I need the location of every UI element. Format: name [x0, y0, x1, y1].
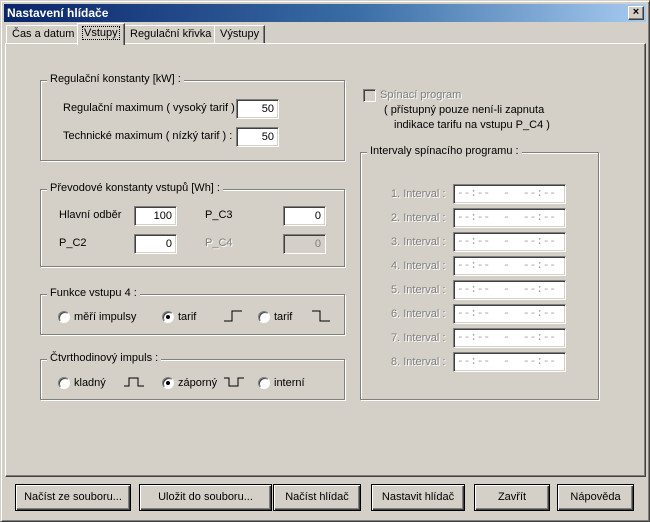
load-from-file-button[interactable]: Načíst ze souboru... — [15, 484, 131, 511]
set-device-button[interactable]: Nastavit hlídač — [371, 484, 465, 511]
close-button[interactable]: Zavřít — [474, 484, 550, 511]
tab-label: Výstupy — [220, 28, 260, 40]
window-title: Nastavení hlídače — [7, 6, 109, 20]
tab-label: Čas a datum — [12, 28, 75, 40]
tab-panel — [5, 43, 646, 477]
title-bar[interactable]: Nastavení hlídače × — [4, 4, 646, 22]
tab-cas-a-datum[interactable]: Čas a datum — [6, 25, 81, 43]
dialog-window: Nastavení hlídače × Čas a datum Vstupy R… — [0, 0, 650, 522]
close-window-button[interactable]: × — [628, 6, 644, 20]
tab-vstupy[interactable]: Vstupy — [77, 23, 125, 45]
save-to-file-button[interactable]: Uložit do souboru... — [139, 484, 272, 511]
tab-label: Vstupy — [82, 26, 120, 40]
tab-vystupy[interactable]: Výstupy — [214, 25, 266, 43]
read-device-button[interactable]: Načíst hlídač — [273, 484, 361, 511]
tab-label: Regulační křivka — [130, 28, 212, 40]
help-button[interactable]: Nápověda — [557, 484, 634, 511]
tab-regulacni-krivka[interactable]: Regulační křivka — [124, 25, 218, 43]
